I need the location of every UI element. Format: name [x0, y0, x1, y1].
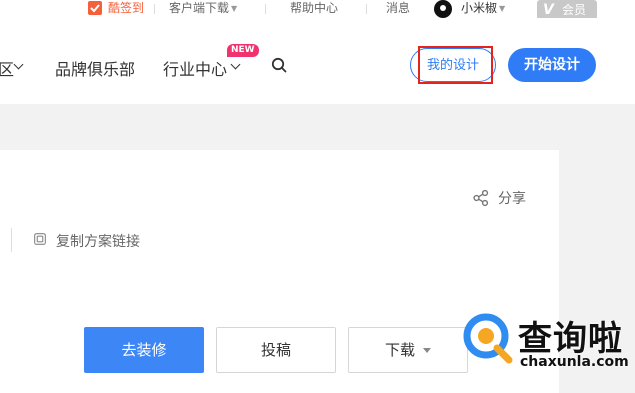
vip-button[interactable]: V 会员	[537, 0, 597, 20]
divider	[154, 4, 155, 14]
search-icon[interactable]	[271, 57, 287, 73]
username: 小米椒	[461, 1, 498, 15]
vip-icon: V	[543, 2, 554, 18]
help-center-link[interactable]: 帮助中心	[290, 0, 338, 18]
share-label: 分享	[498, 191, 526, 207]
checkin-icon[interactable]	[88, 1, 102, 15]
divider	[366, 4, 367, 14]
checkin-link[interactable]: 酷签到	[108, 0, 144, 18]
nav-item-industry-center[interactable]: 行业中心	[163, 56, 227, 80]
download-button[interactable]: 下载	[348, 327, 468, 373]
client-download-link[interactable]: 客户端下载 ▼	[169, 0, 237, 18]
watermark: 查询啦 chaxunla.com	[458, 306, 635, 393]
chevron-down-icon: ▼	[231, 4, 238, 13]
highlight-box	[418, 46, 493, 84]
start-design-button[interactable]: 开始设计	[508, 48, 596, 82]
chevron-down-icon: ▼	[499, 4, 506, 13]
watermark-domain: chaxunla.com	[520, 354, 629, 370]
download-label: 下载	[384, 341, 415, 359]
nav-item-partial[interactable]: 区	[0, 56, 14, 80]
watermark-title: 查询啦	[518, 319, 623, 359]
divider	[11, 228, 12, 252]
messages-link[interactable]: 消息	[386, 0, 410, 18]
watermark-logo-icon	[463, 313, 513, 364]
vip-label: 会员	[562, 3, 587, 17]
nav-item-brand-club[interactable]: 品牌俱乐部	[55, 56, 135, 80]
nav-item-partial-label: 区	[0, 60, 15, 79]
submit-button[interactable]: 投稿	[216, 327, 336, 373]
caret-down-icon	[423, 348, 431, 353]
avatar[interactable]	[434, 0, 452, 18]
top-utility-bar: 酷签到 客户端下载 ▼ 帮助中心 消息 小米椒 ▼ V 会员	[0, 0, 635, 20]
decorate-button[interactable]: 去装修	[84, 327, 204, 373]
copy-icon	[34, 233, 46, 245]
divider	[265, 4, 266, 14]
copy-link-label: 复制方案链接	[56, 234, 140, 250]
client-download-label: 客户端下载	[169, 1, 230, 15]
share-icon	[473, 189, 489, 207]
user-menu[interactable]: 小米椒 ▼	[461, 0, 505, 18]
new-badge: NEW	[227, 44, 259, 57]
